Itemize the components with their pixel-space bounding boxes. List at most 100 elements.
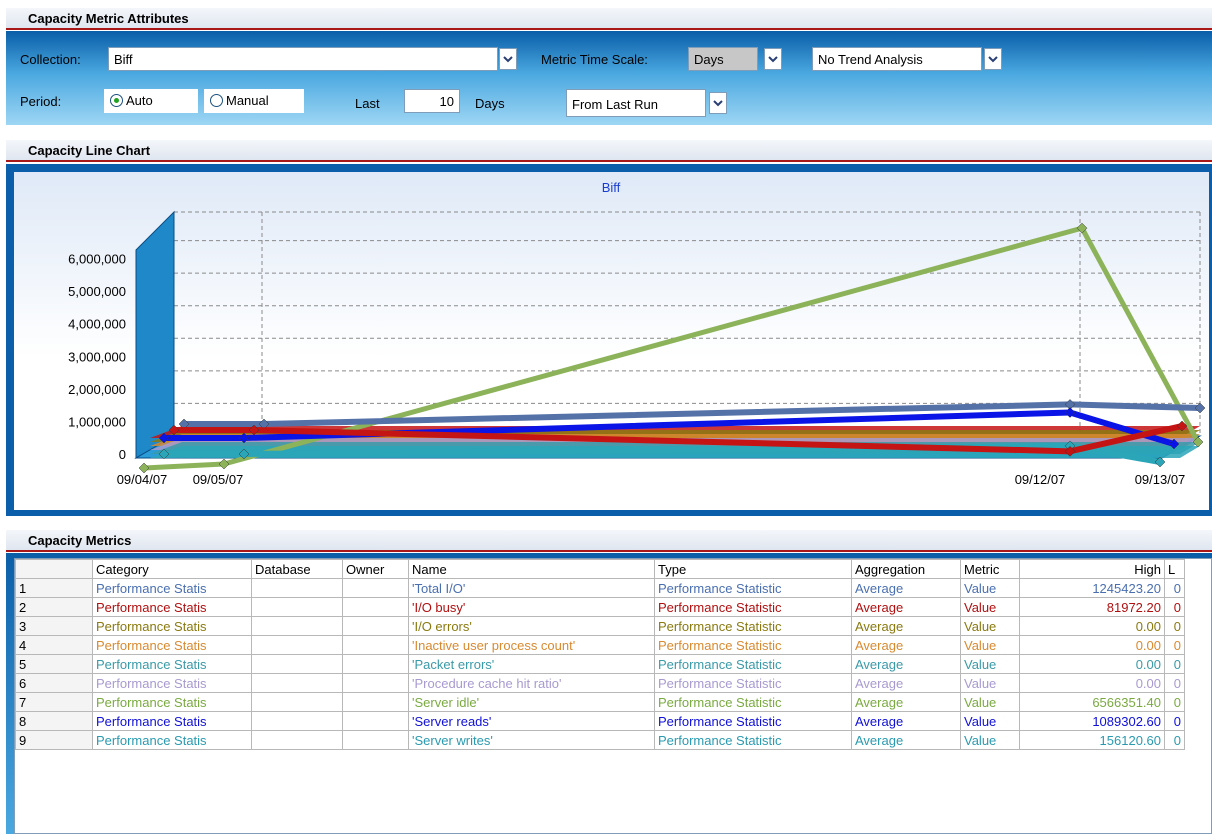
cell-type[interactable]: Performance Statistic — [654, 730, 852, 750]
cell-name[interactable]: 'Server reads' — [408, 711, 655, 731]
cell-metric[interactable]: Value — [960, 673, 1020, 693]
cell-low[interactable]: 0 — [1164, 597, 1185, 617]
cell-name[interactable]: 'Server idle' — [408, 692, 655, 712]
from-dropdown-button[interactable] — [709, 92, 727, 114]
cell-name[interactable]: 'Total I/O' — [408, 578, 655, 598]
row-number[interactable]: 7 — [15, 692, 93, 712]
cell-type[interactable]: Performance Statistic — [654, 635, 852, 655]
cell-aggregation[interactable]: Average — [851, 711, 961, 731]
cell-category[interactable]: Performance Statis — [92, 616, 252, 636]
cell-database[interactable] — [251, 654, 343, 674]
cell-metric[interactable]: Value — [960, 711, 1020, 731]
row-number[interactable]: 3 — [15, 616, 93, 636]
last-days-input[interactable]: 10 — [404, 89, 460, 113]
row-number[interactable]: 8 — [15, 711, 93, 731]
cell-category[interactable]: Performance Statis — [92, 730, 252, 750]
cell-high[interactable]: 0.00 — [1019, 654, 1165, 674]
cell-name[interactable]: 'Packet errors' — [408, 654, 655, 674]
table-row[interactable]: 3 Performance Statis 'I/O errors' Performan… — [15, 616, 1185, 636]
cell-aggregation[interactable]: Average — [851, 673, 961, 693]
cell-high[interactable]: 0.00 — [1019, 616, 1165, 636]
table-row[interactable]: 6 Performance Statis 'Procedure cache hit … — [15, 673, 1185, 693]
cell-high[interactable]: 1089302.60 — [1019, 711, 1165, 731]
cell-high[interactable]: 81972.20 — [1019, 597, 1165, 617]
column-header-category[interactable]: Category — [92, 559, 252, 579]
cell-type[interactable]: Performance Statistic — [654, 616, 852, 636]
cell-aggregation[interactable]: Average — [851, 692, 961, 712]
cell-category[interactable]: Performance Statis — [92, 654, 252, 674]
cell-low[interactable]: 0 — [1164, 616, 1185, 636]
cell-name[interactable]: 'Inactive user process count' — [408, 635, 655, 655]
cell-owner[interactable] — [342, 711, 409, 731]
cell-category[interactable]: Performance Statis — [92, 692, 252, 712]
column-header-metric[interactable]: Metric — [960, 559, 1020, 579]
cell-metric[interactable]: Value — [960, 654, 1020, 674]
cell-owner[interactable] — [342, 578, 409, 598]
cell-category[interactable]: Performance Statis — [92, 673, 252, 693]
cell-aggregation[interactable]: Average — [851, 635, 961, 655]
cell-aggregation[interactable]: Average — [851, 616, 961, 636]
cell-category[interactable]: Performance Statis — [92, 635, 252, 655]
cell-metric[interactable]: Value — [960, 616, 1020, 636]
row-number[interactable]: 1 — [15, 578, 93, 598]
cell-database[interactable] — [251, 711, 343, 731]
cell-aggregation[interactable]: Average — [851, 654, 961, 674]
trend-analysis-dropdown-button[interactable] — [984, 48, 1002, 70]
table-row[interactable]: 2 Performance Statis 'I/O busy' Performance… — [15, 597, 1185, 617]
cell-metric[interactable]: Value — [960, 730, 1020, 750]
trend-analysis-select[interactable]: No Trend Analysis — [812, 47, 982, 71]
table-row[interactable]: 5 Performance Statis 'Packet errors' Perfor… — [15, 654, 1185, 674]
time-scale-dropdown-button[interactable] — [764, 48, 782, 70]
cell-aggregation[interactable]: Average — [851, 730, 961, 750]
cell-type[interactable]: Performance Statistic — [654, 673, 852, 693]
cell-type[interactable]: Performance Statistic — [654, 711, 852, 731]
from-select[interactable]: From Last Run — [566, 89, 706, 117]
cell-high[interactable]: 0.00 — [1019, 635, 1165, 655]
cell-database[interactable] — [251, 673, 343, 693]
collection-select[interactable]: Biff — [108, 47, 498, 71]
cell-low[interactable]: 0 — [1164, 730, 1185, 750]
cell-category[interactable]: Performance Statis — [92, 711, 252, 731]
cell-name[interactable]: 'I/O errors' — [408, 616, 655, 636]
cell-type[interactable]: Performance Statistic — [654, 692, 852, 712]
column-header-high[interactable]: High — [1019, 559, 1165, 579]
cell-low[interactable]: 0 — [1164, 654, 1185, 674]
cell-aggregation[interactable]: Average — [851, 578, 961, 598]
cell-low[interactable]: 0 — [1164, 711, 1185, 731]
row-number[interactable]: 9 — [15, 730, 93, 750]
cell-database[interactable] — [251, 578, 343, 598]
table-row[interactable]: 1 Performance Statis 'Total I/O' Performanc… — [15, 578, 1185, 598]
cell-high[interactable]: 0.00 — [1019, 673, 1165, 693]
row-number[interactable]: 5 — [15, 654, 93, 674]
cell-database[interactable] — [251, 730, 343, 750]
period-auto-radio[interactable]: Auto — [104, 89, 198, 113]
table-row[interactable]: 8 Performance Statis 'Server reads' Perform… — [15, 711, 1185, 731]
cell-owner[interactable] — [342, 616, 409, 636]
row-number[interactable]: 4 — [15, 635, 93, 655]
cell-owner[interactable] — [342, 673, 409, 693]
column-header-low[interactable]: L — [1164, 559, 1185, 579]
cell-type[interactable]: Performance Statistic — [654, 578, 852, 598]
cell-high[interactable]: 1245423.20 — [1019, 578, 1165, 598]
column-header-name[interactable]: Name — [408, 559, 655, 579]
cell-low[interactable]: 0 — [1164, 635, 1185, 655]
column-header-database[interactable]: Database — [251, 559, 343, 579]
collection-dropdown-button[interactable] — [499, 48, 517, 70]
cell-owner[interactable] — [342, 654, 409, 674]
cell-high[interactable]: 6566351.40 — [1019, 692, 1165, 712]
table-row[interactable]: 7 Performance Statis 'Server idle' Performa… — [15, 692, 1185, 712]
time-scale-select[interactable]: Days — [688, 47, 758, 71]
column-header-type[interactable]: Type — [654, 559, 852, 579]
cell-database[interactable] — [251, 635, 343, 655]
table-row[interactable]: 9 Performance Statis 'Server writes' Perfor… — [15, 730, 1185, 750]
cell-low[interactable]: 0 — [1164, 673, 1185, 693]
cell-database[interactable] — [251, 616, 343, 636]
cell-owner[interactable] — [342, 730, 409, 750]
cell-low[interactable]: 0 — [1164, 578, 1185, 598]
cell-database[interactable] — [251, 692, 343, 712]
cell-metric[interactable]: Value — [960, 635, 1020, 655]
row-number[interactable]: 6 — [15, 673, 93, 693]
cell-database[interactable] — [251, 597, 343, 617]
cell-owner[interactable] — [342, 597, 409, 617]
cell-aggregation[interactable]: Average — [851, 597, 961, 617]
